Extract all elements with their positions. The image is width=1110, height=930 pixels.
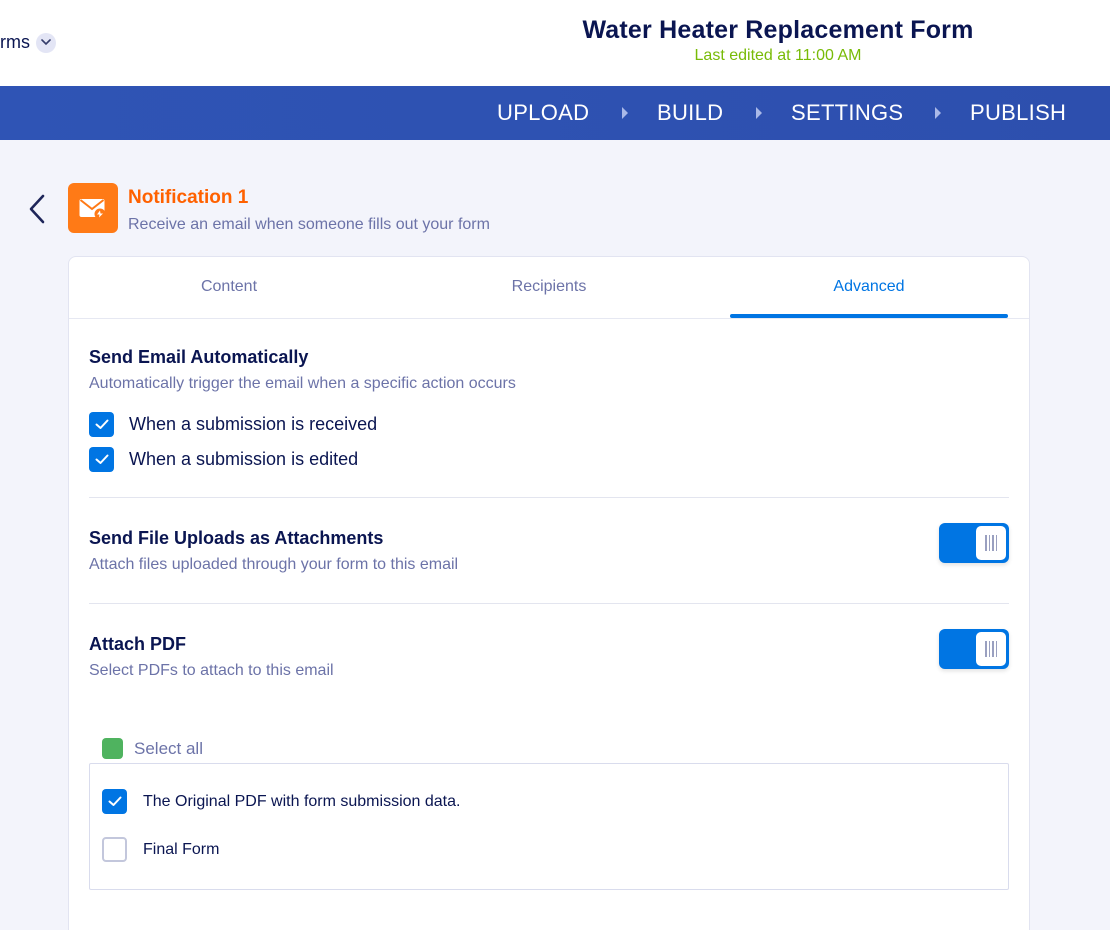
file-uploads-description: Attach files uploaded through your form …	[89, 556, 459, 573]
nav-separator-icon	[935, 107, 941, 119]
checkbox-label: When a submission is edited	[129, 449, 359, 469]
send-auto-title: Send Email Automatically	[89, 347, 309, 367]
section-divider	[89, 603, 1009, 604]
tab-recipients[interactable]: Recipients	[389, 257, 709, 319]
last-edited-status: Last edited at 11:00 AM	[694, 47, 862, 64]
pdf-item-original[interactable]: The Original PDF with form submission da…	[102, 789, 460, 814]
forms-breadcrumb[interactable]: rms	[0, 32, 56, 53]
tab-content[interactable]: Content	[69, 257, 389, 319]
checkbox-submission-edited[interactable]: When a submission is edited	[89, 447, 358, 472]
section-divider	[89, 497, 1009, 498]
toggle-knob	[976, 526, 1006, 560]
nav-publish[interactable]: PUBLISH	[970, 86, 1066, 140]
pdf-item-final-form[interactable]: Final Form	[102, 837, 219, 862]
toggle-knob	[976, 632, 1006, 666]
checkbox-unchecked-icon[interactable]	[102, 837, 127, 862]
step-navigation: UPLOAD BUILD SETTINGS PUBLISH	[0, 86, 1110, 140]
nav-separator-icon	[756, 107, 762, 119]
checkbox-submission-received[interactable]: When a submission is received	[89, 412, 377, 437]
chevron-down-icon[interactable]	[36, 32, 56, 53]
attach-pdf-toggle[interactable]	[939, 629, 1009, 669]
notification-description: Receive an email when someone fills out …	[128, 216, 490, 233]
select-all-label: Select all	[134, 738, 203, 758]
checkbox-label: When a submission is received	[129, 414, 378, 434]
select-all-checkbox[interactable]: Select all	[102, 738, 203, 759]
notification-settings-card: Content Recipients Advanced Send Email A…	[68, 256, 1030, 930]
tab-advanced[interactable]: Advanced	[709, 257, 1029, 319]
active-tab-indicator	[730, 314, 1008, 318]
file-uploads-toggle[interactable]	[939, 523, 1009, 563]
nav-separator-icon	[622, 107, 628, 119]
form-title[interactable]: Water Heater Replacement Form	[540, 16, 1016, 45]
pdf-list: The Original PDF with form submission da…	[89, 763, 1009, 890]
nav-build[interactable]: BUILD	[657, 86, 723, 140]
tab-bar: Content Recipients Advanced	[69, 257, 1029, 319]
send-auto-description: Automatically trigger the email when a s…	[89, 375, 516, 392]
back-arrow-icon[interactable]	[24, 192, 52, 226]
checkbox-checked-icon[interactable]	[89, 447, 114, 472]
checkbox-checked-icon[interactable]	[89, 412, 114, 437]
nav-settings[interactable]: SETTINGS	[791, 86, 903, 140]
nav-upload[interactable]: UPLOAD	[497, 86, 589, 140]
select-all-indicator-icon[interactable]	[102, 738, 123, 759]
breadcrumb-label: rms	[0, 32, 30, 52]
pdf-item-label: Final Form	[143, 840, 220, 858]
attach-pdf-description: Select PDFs to attach to this email	[89, 662, 334, 679]
checkbox-checked-icon[interactable]	[102, 789, 127, 814]
pdf-item-label: The Original PDF with form submission da…	[143, 792, 461, 810]
file-uploads-title: Send File Uploads as Attachments	[89, 528, 384, 548]
notification-title: Notification 1	[128, 187, 249, 208]
top-header: rms Water Heater Replacement Form Last e…	[0, 0, 1110, 86]
email-notification-icon	[68, 183, 118, 233]
attach-pdf-title: Attach PDF	[89, 634, 187, 654]
